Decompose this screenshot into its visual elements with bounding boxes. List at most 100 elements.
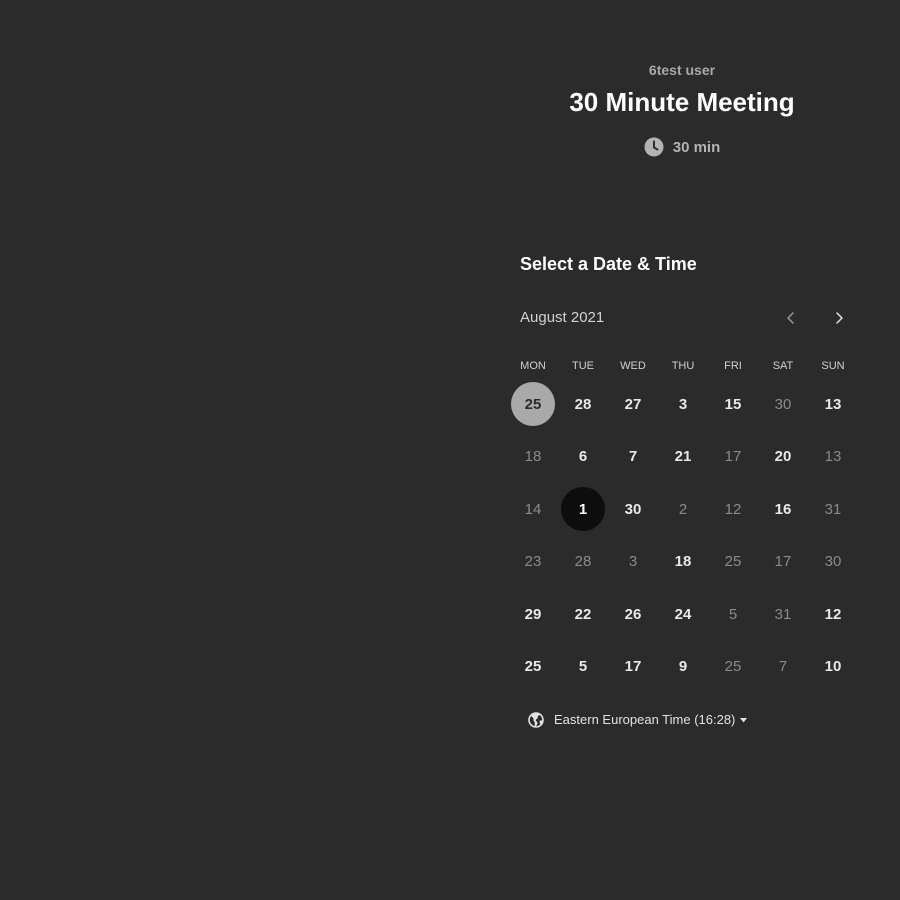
calendar-day: 30	[808, 536, 858, 589]
weekday-thu: THU	[671, 360, 695, 372]
calendar-day: 2	[658, 483, 708, 536]
calendar-day[interactable]: 13	[808, 378, 858, 431]
calendar-day[interactable]: 12	[808, 588, 858, 641]
chevron-left-icon	[787, 312, 794, 324]
calendar-day[interactable]: 20	[758, 431, 808, 484]
calendar-day-number: 30	[624, 500, 642, 518]
calendar-day-number: 25	[724, 658, 742, 676]
calendar-day[interactable]: 9	[658, 641, 708, 694]
calendar-day-number: 10	[824, 658, 842, 676]
calendar-day-number: 21	[674, 448, 692, 466]
next-month-button[interactable]	[827, 306, 851, 330]
calendar-day: 3	[608, 536, 658, 589]
caret-down-icon	[740, 717, 748, 722]
event-title: 30 Minute Meeting	[569, 87, 795, 117]
calendar-day-number: 24	[674, 605, 692, 623]
calendar-day: 17	[708, 431, 758, 484]
weekday-fri: FRI	[724, 360, 742, 372]
calendar-day: 13	[808, 431, 858, 484]
calendar-day-number: 25	[511, 382, 555, 427]
timezone-label: Eastern European Time (16:28)	[554, 712, 736, 727]
calendar-day-number: 29	[524, 605, 542, 623]
calendar-day[interactable]: 6	[558, 431, 608, 484]
month-label: August 2021	[520, 309, 605, 326]
calendar-day-number: 17	[774, 553, 792, 571]
calendar-day-number: 13	[824, 395, 842, 413]
calendar-day: 7	[758, 641, 808, 694]
calendar-day[interactable]: 30	[608, 483, 658, 536]
calendar-day: 31	[758, 588, 808, 641]
calendar-day[interactable]: 27	[608, 378, 658, 431]
calendar-day-number: 5	[578, 658, 588, 676]
previous-month-button[interactable]	[779, 306, 803, 330]
calendar-day-number: 12	[724, 500, 742, 518]
weekday-wed: WED	[620, 360, 646, 372]
calendar-day-number: 18	[524, 448, 542, 466]
calendar-day: 17	[758, 536, 808, 589]
calendar-day: 28	[558, 536, 608, 589]
calendar-day-number: 31	[824, 500, 842, 518]
calendar-day[interactable]: 15	[708, 378, 758, 431]
calendar-day-number: 25	[524, 658, 542, 676]
calendar-day-number: 17	[624, 658, 642, 676]
event-header: 6test user 30 Minute Meeting 30 min	[520, 60, 844, 157]
calendar-day[interactable]: 25	[508, 641, 558, 694]
chevron-right-icon	[836, 312, 843, 324]
calendar-day[interactable]: 5	[558, 641, 608, 694]
duration-label: 30 min	[672, 138, 721, 156]
event-duration: 30 min	[520, 137, 844, 157]
clock-icon	[644, 137, 664, 157]
calendar-day-selected[interactable]: 1	[558, 483, 608, 536]
calendar-day-number: 2	[678, 500, 688, 518]
weekday-mon: MON	[520, 360, 546, 372]
calendar-day-number: 23	[524, 553, 542, 571]
calendar-day-number: 5	[728, 605, 738, 623]
calendar-day-number: 20	[774, 448, 792, 466]
calendar-day-number: 28	[574, 395, 592, 413]
calendar-day[interactable]: 21	[658, 431, 708, 484]
calendar-day-number: 25	[724, 553, 742, 571]
calendar-day-number: 15	[724, 395, 742, 413]
calendar-day-number: 17	[724, 448, 742, 466]
calendar-day[interactable]: 28	[558, 378, 608, 431]
select-date-heading: Select a Date & Time	[520, 254, 697, 274]
calendar-day: 25	[708, 536, 758, 589]
calendar-day-number: 12	[824, 605, 842, 623]
scheduling-page: 6test user 30 Minute Meeting 30 min Sele…	[0, 0, 900, 900]
weekday-sat: SAT	[772, 360, 794, 372]
calendar-day: 18	[508, 431, 558, 484]
calendar-day: 5	[708, 588, 758, 641]
calendar-day: 25	[708, 641, 758, 694]
calendar-day-number: 3	[678, 395, 688, 413]
calendar-day-number: 26	[624, 605, 642, 623]
weekday-tue: TUE	[572, 360, 594, 372]
calendar-day-number: 27	[624, 395, 642, 413]
calendar-day[interactable]: 3	[658, 378, 708, 431]
calendar-day-number: 22	[574, 605, 592, 623]
globe-icon	[528, 712, 544, 728]
calendar-day[interactable]: 22	[558, 588, 608, 641]
calendar-day-grid: 25 28 27 3 15 30 13 18 6 7 21 17 20 13 14 1 30 2 12 16 31 23 2…	[508, 378, 858, 693]
calendar-day-today[interactable]: 25	[508, 378, 558, 431]
calendar-day-number: 14	[524, 500, 542, 518]
month-navigation: August 2021	[520, 306, 850, 330]
calendar-day[interactable]: 26	[608, 588, 658, 641]
calendar-day[interactable]: 29	[508, 588, 558, 641]
calendar-day-number: 30	[824, 553, 842, 571]
calendar-day[interactable]: 17	[608, 641, 658, 694]
calendar-day-number: 31	[774, 605, 792, 623]
weekday-header: MON TUE WED THU FRI SAT SUN	[508, 358, 858, 374]
calendar-day[interactable]: 7	[608, 431, 658, 484]
calendar-day[interactable]: 18	[658, 536, 708, 589]
calendar-day: 12	[708, 483, 758, 536]
timezone-selector[interactable]: Eastern European Time (16:28)	[528, 710, 748, 730]
calendar-day-number: 9	[678, 658, 688, 676]
calendar-day-number: 18	[674, 553, 692, 571]
calendar-day[interactable]: 10	[808, 641, 858, 694]
host-name: 6test user	[648, 62, 716, 78]
calendar-day[interactable]: 24	[658, 588, 708, 641]
weekday-sun: SUN	[821, 360, 845, 372]
calendar-day[interactable]: 16	[758, 483, 808, 536]
calendar-day-number: 3	[628, 553, 638, 571]
calendar-day-number: 28	[574, 553, 592, 571]
